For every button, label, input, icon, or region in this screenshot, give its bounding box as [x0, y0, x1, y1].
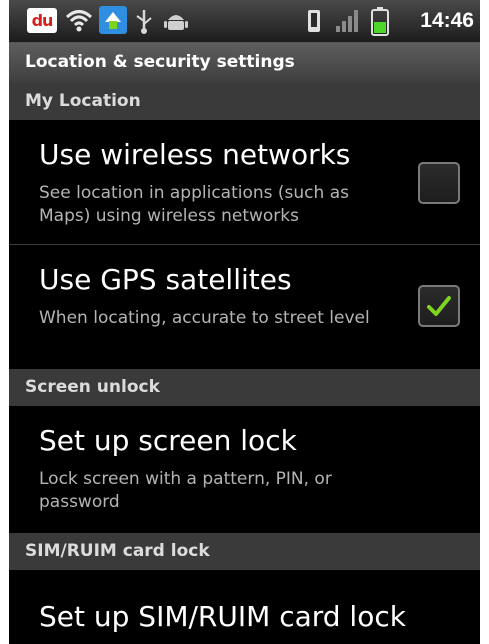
title-bar: Location & security settings [9, 43, 480, 83]
pref-summary: Lock screen with a pattern, PIN, or pass… [39, 469, 332, 512]
gps-checkbox[interactable] [418, 285, 460, 327]
wifi-icon [65, 10, 93, 32]
category-screen-unlock: Screen unlock [9, 369, 480, 406]
pref-summary: See location in applications (such as Ma… [39, 183, 349, 226]
checkmark-icon [427, 296, 451, 316]
vibrate-icon [308, 10, 320, 32]
pref-set-up-screen-lock[interactable]: Set up screen lock Lock screen with a pa… [9, 406, 480, 533]
pref-title: Set up screen lock [39, 424, 297, 457]
category-header-label: Screen unlock [25, 377, 160, 397]
usb-icon [136, 10, 152, 34]
pref-set-up-sim-ruim-card-lock[interactable]: Set up SIM/RUIM card lock [9, 570, 480, 644]
status-bar: du 14:46 [9, 0, 480, 43]
pref-use-gps-satellites[interactable]: Use GPS satellites When locating, accura… [9, 245, 480, 369]
sync-icon [99, 6, 127, 34]
category-my-location: My Location [9, 83, 480, 120]
battery-icon [371, 7, 389, 36]
pref-title: Use GPS satellites [39, 263, 292, 296]
category-header-label: My Location [25, 91, 141, 111]
du-icon: du [27, 8, 57, 33]
category-header-label: SIM/RUIM card lock [25, 541, 210, 561]
page-title: Location & security settings [25, 52, 295, 72]
pref-title: Set up SIM/RUIM card lock [39, 600, 406, 633]
android-debug-icon [164, 15, 188, 30]
pref-summary: When locating, accurate to street level [39, 308, 370, 328]
pref-use-wireless-networks[interactable]: Use wireless networks See location in ap… [9, 120, 480, 244]
category-sim-ruim-card-lock: SIM/RUIM card lock [9, 533, 480, 570]
clock: 14:46 [420, 9, 474, 32]
pref-title: Use wireless networks [39, 138, 351, 171]
wireless-checkbox[interactable] [418, 162, 460, 204]
settings-screen: du 14:46 Location & security settings My… [9, 0, 480, 644]
signal-icon [336, 10, 358, 32]
